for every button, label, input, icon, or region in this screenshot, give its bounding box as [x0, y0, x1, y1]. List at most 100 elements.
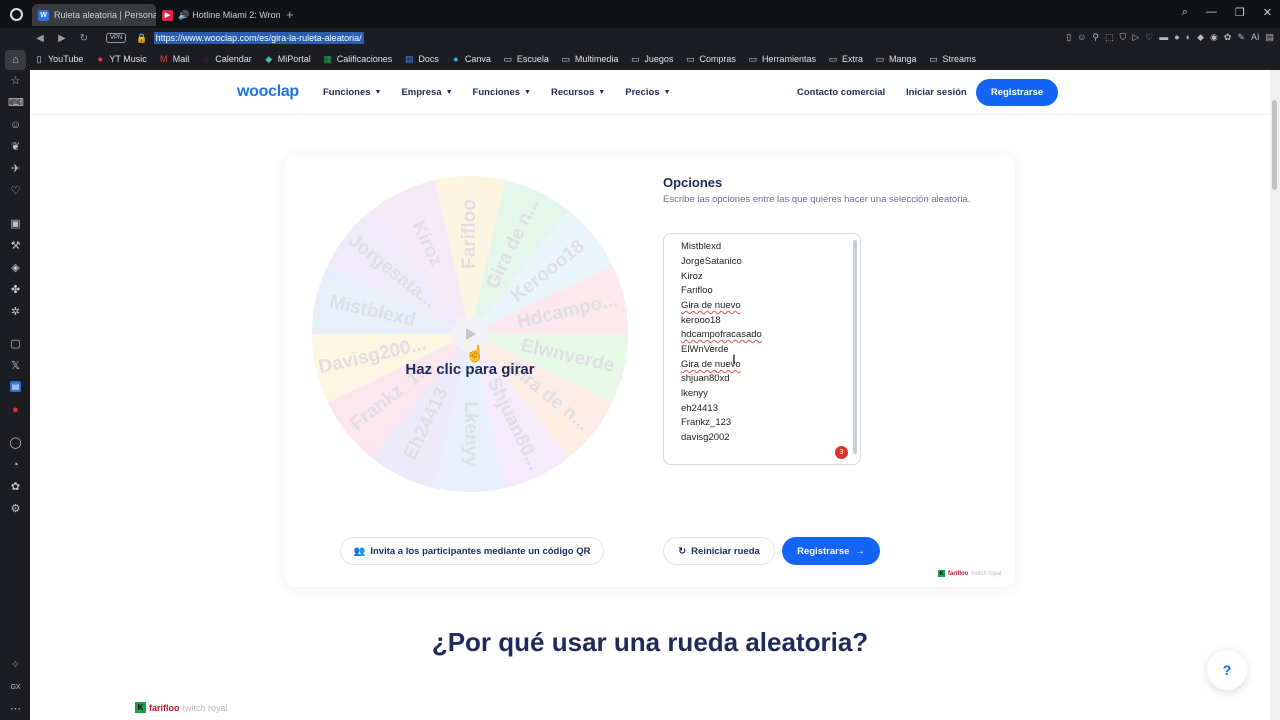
speed-icon[interactable]: ◔	[8, 458, 23, 473]
tab-hotline-miami[interactable]: ▶ 🔊 Hotline Miami 2: Wrong	[156, 4, 280, 26]
gmail-icon: M	[159, 54, 168, 64]
more-icon[interactable]: ⋯	[8, 702, 23, 717]
bookmark-multimedia[interactable]: ▭ Multimedia	[561, 54, 619, 65]
spellcheck-badge[interactable]: 3	[835, 446, 848, 459]
star-icon[interactable]: ☆	[8, 74, 23, 89]
plane-icon[interactable]: ✈	[8, 162, 23, 177]
split-view-icon[interactable]: ▯	[1066, 32, 1071, 43]
ai-icon[interactable]: AI	[1251, 32, 1260, 43]
bookmark-calendar[interactable]: ◌ Calendar	[201, 54, 252, 64]
menu-recursos[interactable]: Recursos ▼	[551, 87, 605, 98]
snapshot-icon[interactable]: ⬚	[1105, 32, 1114, 43]
options-scrollbar[interactable]	[853, 240, 857, 454]
lock-icon[interactable]: 🔒	[136, 33, 147, 44]
opera-icon[interactable]: ◯	[8, 436, 23, 451]
bookmark-herramientas[interactable]: ▭ Herramientas	[748, 54, 816, 65]
gx-icon[interactable]: GX	[8, 680, 23, 695]
option-line: kerooo18	[681, 315, 721, 326]
menu-precios[interactable]: Precios ▼	[625, 87, 670, 98]
bookmark-escuela[interactable]: ▭ Escuela	[503, 54, 549, 65]
forward-icon[interactable]: ▶	[56, 33, 68, 44]
contact-link[interactable]: Contacto comercial	[797, 87, 885, 98]
bookmark-streams[interactable]: ▭ Streams	[929, 54, 976, 65]
ext-icon[interactable]: ✎	[1237, 32, 1245, 43]
menu-funciones[interactable]: Funciones ▼	[323, 87, 381, 98]
wheel-container[interactable]: FariflooGira de n...Kerooo18Hdcampo...El…	[310, 174, 630, 494]
close-icon[interactable]: ✕	[1263, 6, 1272, 19]
login-link[interactable]: Iniciar sesión	[906, 87, 967, 98]
tab-ruleta[interactable]: W Ruleta aleatoria | Personal	[32, 4, 156, 26]
ext-icon[interactable]: ◐	[1186, 32, 1191, 43]
menu-empresa[interactable]: Empresa ▼	[401, 87, 452, 98]
folder-icon: ▭	[631, 53, 640, 64]
page-scrollbar[interactable]	[1270, 70, 1280, 720]
sparkle-icon[interactable]: ✧	[8, 658, 23, 673]
arrow-right-icon: →	[855, 545, 865, 557]
bookmark-juegos[interactable]: ▭ Juegos	[630, 53, 673, 65]
speaker-icon[interactable]: 🔊	[178, 10, 189, 21]
ext-icon[interactable]: ◆	[1197, 32, 1204, 43]
bookmark-compras[interactable]: ▭ Compras	[685, 54, 736, 65]
play-icon[interactable]: ▷	[1132, 32, 1139, 43]
header-signup-button[interactable]: Registrarse	[976, 79, 1058, 106]
settings-icon[interactable]: ⚙	[8, 502, 23, 517]
invite-qr-button[interactable]: 👥 Invita a los participantes mediante un…	[340, 537, 604, 565]
restore-icon[interactable]: ❐	[1235, 6, 1245, 19]
game-icon[interactable]: ▣	[8, 217, 23, 232]
ext-icon[interactable]: ▬	[1159, 32, 1168, 43]
url-field[interactable]: https://www.wooclap.com/es/gira-la-rulet…	[153, 32, 364, 44]
bookmark-calificaciones[interactable]: ▦ Calificaciones	[323, 54, 393, 65]
search-tabs-icon[interactable]: ⌕	[1182, 6, 1188, 19]
app-icon[interactable]: ▤	[10, 381, 21, 392]
extension-icon[interactable]: ✿	[8, 480, 23, 495]
vpn-badge[interactable]: VPN	[106, 33, 127, 43]
reload-icon[interactable]: ↻	[78, 33, 90, 44]
home-icon[interactable]: ⌂	[5, 50, 26, 70]
ext-icon[interactable]: ◉	[1210, 32, 1218, 43]
x-icon[interactable]: 𝕏	[8, 359, 23, 374]
twitch-icon[interactable]: ▢	[8, 337, 23, 352]
bookmark-docs[interactable]: ▤ Docs	[404, 54, 439, 65]
minimize-icon[interactable]: —	[1206, 6, 1217, 19]
menu-funciones-2[interactable]: Funciones ▼	[473, 87, 531, 98]
heart-icon[interactable]: ♡	[8, 184, 23, 199]
shield-icon[interactable]: ⛉	[1119, 32, 1126, 43]
emoji-icon[interactable]: ☺	[1077, 32, 1086, 43]
opera-logo-icon[interactable]	[0, 0, 32, 28]
random-wheel[interactable]: FariflooGira de n...Kerooo18Hdcampo...El…	[310, 174, 630, 494]
bookmark-miportal[interactable]: ◆ MiPortal	[264, 54, 310, 65]
options-title: Opciones	[663, 175, 723, 190]
pin-icon[interactable]: ⚲	[1092, 32, 1099, 43]
bookmark-extra[interactable]: ▭ Extra	[828, 54, 863, 65]
record-icon[interactable]: ●	[8, 403, 23, 418]
card-signup-button[interactable]: Registrarse →	[782, 537, 880, 565]
tool-icon[interactable]: ⚒	[8, 239, 23, 254]
sidebar-toggle-icon[interactable]: ▤	[1265, 32, 1274, 43]
new-tab-icon[interactable]: +	[286, 7, 294, 22]
file-icon: ▯	[36, 53, 42, 64]
bookmark-mail[interactable]: M Mail	[159, 54, 189, 64]
atom-icon[interactable]: ✲	[8, 305, 23, 320]
bookmark-manga[interactable]: ▭ Manga	[875, 54, 917, 65]
gamepad-icon[interactable]: ⌨	[8, 96, 24, 111]
wooclap-logo[interactable]: wooclap	[237, 83, 299, 101]
main-menu: Funciones ▼ Empresa ▼ Funciones ▼ Recursos ▼…	[323, 87, 671, 98]
emoji-icon[interactable]: ☺	[8, 118, 23, 133]
browser-tab-bar: W Ruleta aleatoria | Personal ▶ 🔊 Hotlin…	[0, 0, 1280, 28]
cat-icon[interactable]: ✤	[8, 283, 23, 298]
bookmark-youtube[interactable]: ▯ YouTube	[34, 53, 84, 65]
back-icon[interactable]: ◀	[34, 33, 46, 44]
help-button[interactable]: ?	[1207, 650, 1247, 690]
options-description: Escribe las opciones entre las que quier…	[663, 194, 971, 205]
bookmark-canva[interactable]: ● Canva	[451, 54, 491, 64]
cube-icon[interactable]: ◈	[8, 261, 23, 276]
bookmark-yt-music[interactable]: ● YT Music	[95, 54, 147, 64]
users-icon: 👥	[353, 545, 366, 557]
scrollbar-thumb[interactable]	[1272, 100, 1277, 190]
options-textarea[interactable]: Mistblexd JorgeSatanico Kiroz Farifloo G…	[663, 233, 861, 465]
ext-icon[interactable]: ✿	[1224, 32, 1232, 43]
reset-wheel-button[interactable]: ↻ Reiniciar rueda	[663, 537, 775, 565]
leaf-icon[interactable]: ❦	[8, 140, 23, 155]
heart-icon[interactable]: ♡	[1145, 32, 1153, 43]
ext-icon[interactable]: ●	[1174, 32, 1179, 43]
